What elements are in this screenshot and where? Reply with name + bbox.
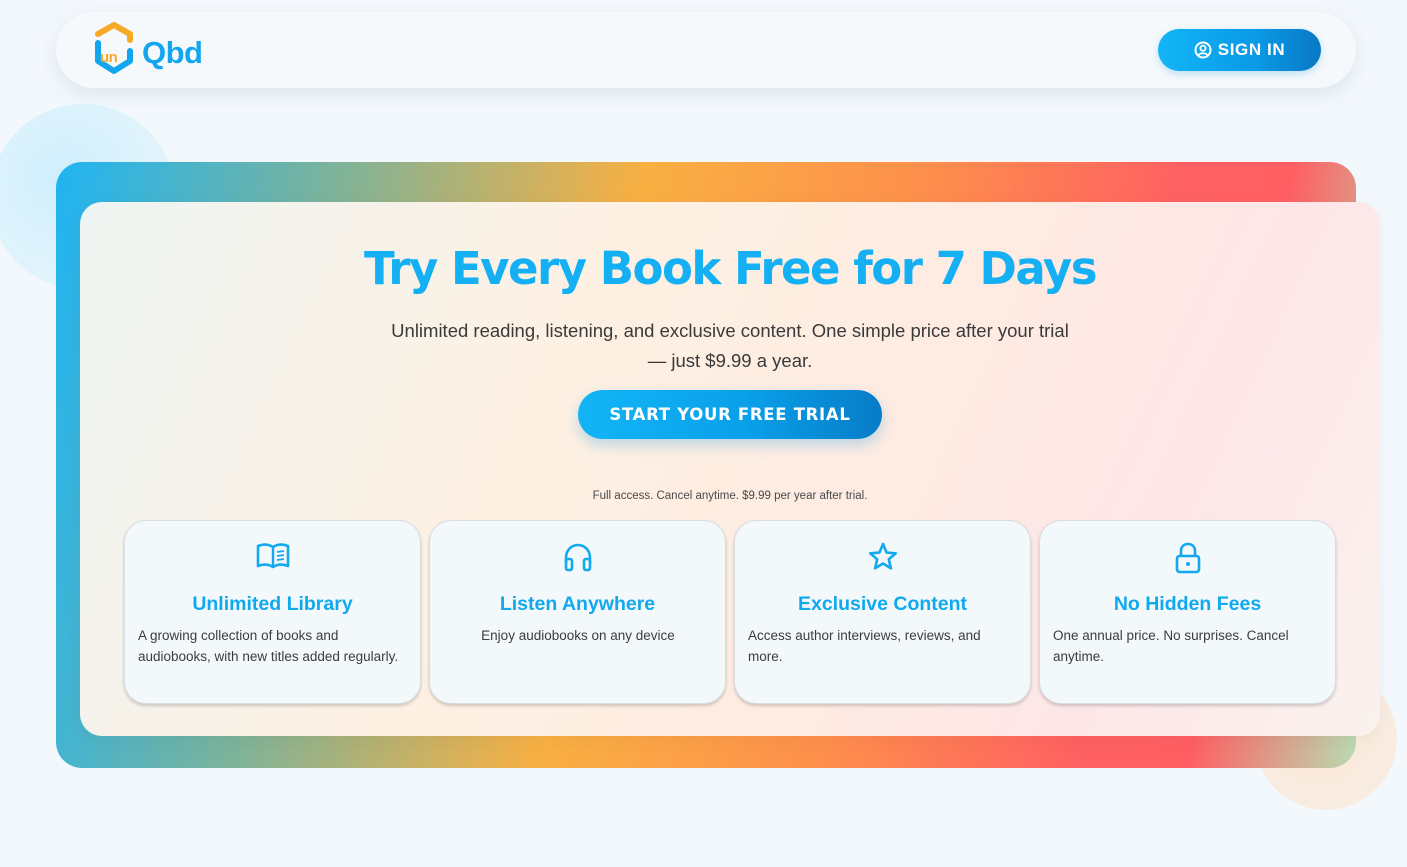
feature-title: No Hidden Fees bbox=[1113, 593, 1262, 615]
headphones-icon bbox=[564, 543, 591, 572]
hero-section: Try Every Book Free for 7 Days Unlimited… bbox=[80, 202, 1380, 736]
feature-card-listen-anywhere: Listen Anywhere Enjoy audiobooks on any … bbox=[429, 520, 726, 704]
lock-icon bbox=[1175, 542, 1200, 574]
feature-description: Access author interviews, reviews, and m… bbox=[748, 628, 981, 664]
top-navbar: un Qbd SIGN IN bbox=[56, 12, 1356, 88]
logo-wordmark: Qbd bbox=[142, 35, 203, 70]
sign-in-label: SIGN IN bbox=[1217, 40, 1286, 59]
feature-cards: Unlimited Library A growing collection o… bbox=[124, 520, 1336, 704]
feature-card-unlimited-library: Unlimited Library A growing collection o… bbox=[124, 520, 421, 704]
hero-title: Try Every Book Free for 7 Days bbox=[364, 242, 1098, 295]
feature-title: Listen Anywhere bbox=[499, 593, 656, 615]
fine-print: Full access. Cancel anytime. $9.99 per y… bbox=[592, 490, 868, 502]
feature-title: Unlimited Library bbox=[192, 593, 353, 615]
feature-card-no-hidden-fees: No Hidden Fees One annual price. No surp… bbox=[1039, 520, 1336, 704]
user-circle-icon bbox=[1194, 41, 1212, 59]
star-icon bbox=[868, 542, 897, 570]
feature-title: Exclusive Content bbox=[797, 593, 968, 615]
book-open-icon bbox=[256, 543, 289, 569]
start-free-trial-button[interactable]: START YOUR FREE TRIAL bbox=[578, 390, 882, 439]
logo[interactable]: un Qbd bbox=[92, 21, 222, 79]
feature-description: A growing collection of books and audiob… bbox=[138, 628, 399, 664]
logo-mark-text: un bbox=[100, 49, 118, 66]
feature-card-exclusive-content: Exclusive Content Access author intervie… bbox=[734, 520, 1031, 704]
feature-description: Enjoy audiobooks on any device bbox=[481, 628, 675, 643]
hero-subtitle: Unlimited reading, listening, and exclus… bbox=[391, 320, 1069, 371]
feature-description: One annual price. No surprises. Cancel a… bbox=[1053, 628, 1289, 664]
sign-in-button[interactable]: SIGN IN bbox=[1158, 29, 1321, 71]
